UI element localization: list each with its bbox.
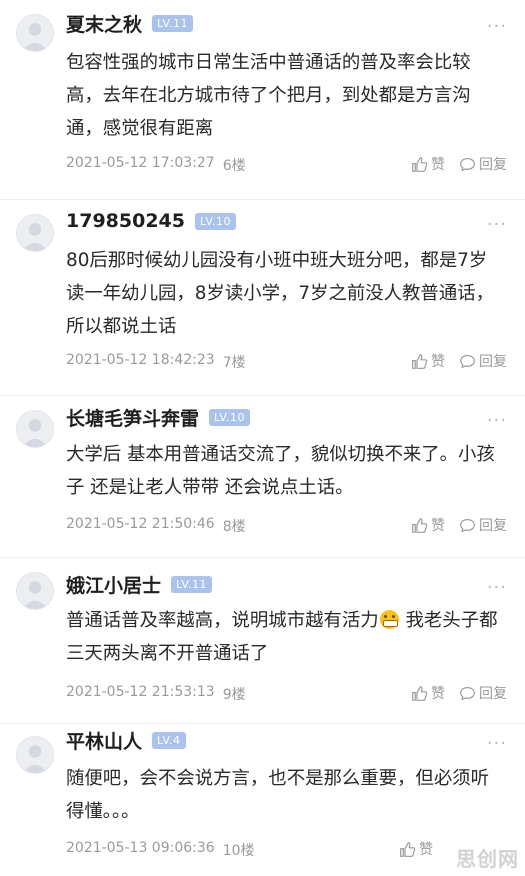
comment-header: 179850245 LV.10 xyxy=(66,208,237,234)
reply-label: 回复 xyxy=(479,157,507,173)
default-avatar-icon xyxy=(17,411,53,447)
floor-number: 7楼 xyxy=(222,355,246,371)
comment-text: 包容性强的城市日常生活中普通话的普及率会比较高，去年在北方城市待了个把月，到处都… xyxy=(66,52,471,139)
comment-text: 普通话普及率越高，说明城市越有活力 我老头子都三天两头离不开普通话了 xyxy=(66,604,505,670)
level-badge: LV.10 xyxy=(209,408,251,426)
comment-header: 平林山人 LV.4 xyxy=(66,727,186,753)
level-badge: LV.11 xyxy=(152,14,194,32)
username[interactable]: 夏末之秋 xyxy=(66,10,142,37)
floor-number: 8楼 xyxy=(222,519,246,535)
username[interactable]: 长塘毛笋斗奔雷 xyxy=(66,404,199,431)
comment-actions: 赞 回复 xyxy=(411,683,507,703)
comment-actions: 赞 回复 xyxy=(411,154,507,174)
timestamp: 2021-05-12 18:42:23 xyxy=(66,352,215,368)
avatar[interactable] xyxy=(16,410,54,448)
like-label: 赞 xyxy=(419,842,433,858)
floor-number: 9楼 xyxy=(222,687,246,703)
comment-text: 随便吧，会不会说方言，也不是那么重要，但必须听得懂。。。 xyxy=(66,768,489,822)
like-button[interactable]: 赞 xyxy=(399,839,433,859)
thumbs-up-icon xyxy=(412,353,428,369)
more-options-icon[interactable]: ··· xyxy=(487,18,507,36)
comment-bubble-icon xyxy=(460,686,475,700)
comment-header: 长塘毛笋斗奔雷 LV.10 xyxy=(66,404,251,431)
reply-button[interactable]: 回复 xyxy=(459,351,507,371)
comment-bubble-icon xyxy=(460,157,475,171)
thumbs-up-icon xyxy=(412,156,428,172)
thumbs-up-icon xyxy=(412,685,428,701)
like-label: 赞 xyxy=(431,354,445,370)
more-options-icon[interactable]: ··· xyxy=(487,216,507,234)
thumbs-up-icon xyxy=(412,517,428,533)
more-options-icon[interactable]: ··· xyxy=(487,412,507,430)
reply-label: 回复 xyxy=(479,354,507,370)
comment-item: 娥江小居士 LV.11 ··· 普通话普及率越高，说明城市越有活力 我老头子都三… xyxy=(0,558,525,724)
username[interactable]: 娥江小居士 xyxy=(66,571,161,598)
comment-bubble-icon xyxy=(460,518,475,532)
floor-number: 10楼 xyxy=(222,843,255,859)
avatar[interactable] xyxy=(16,736,54,774)
comment-text: 80后那时候幼儿园没有小班中班大班分吧，都是7岁读一年幼儿园，8岁读小学，7岁之… xyxy=(66,250,494,337)
comment-actions: 赞 xyxy=(399,839,433,859)
grinning-face-emoji-icon xyxy=(379,610,399,629)
reply-button[interactable]: 回复 xyxy=(459,683,507,703)
reply-button[interactable]: 回复 xyxy=(459,515,507,535)
timestamp: 2021-05-13 09:06:36 xyxy=(66,840,215,856)
more-options-icon[interactable]: ··· xyxy=(487,735,507,753)
like-button[interactable]: 赞 xyxy=(411,154,445,174)
avatar[interactable] xyxy=(16,214,54,252)
comment-header: 夏末之秋 LV.11 xyxy=(66,10,194,37)
like-label: 赞 xyxy=(431,157,445,173)
reply-label: 回复 xyxy=(479,518,507,534)
timestamp: 2021-05-12 17:03:27 xyxy=(66,155,215,171)
comment-meta: 2021-05-12 21:53:13 9楼 xyxy=(66,684,246,704)
like-button[interactable]: 赞 xyxy=(411,351,445,371)
username[interactable]: 179850245 xyxy=(66,210,185,232)
comment-item: 平林山人 LV.4 ··· 随便吧，会不会说方言，也不是那么重要，但必须听得懂。… xyxy=(0,724,525,876)
comment-actions: 赞 回复 xyxy=(411,515,507,535)
timestamp: 2021-05-12 21:50:46 xyxy=(66,516,215,532)
comment-header: 娥江小居士 LV.11 xyxy=(66,571,213,598)
comment-text: 大学后 基本用普通话交流了，貌似切换不来了。小孩子 还是让老人带带 还会说点土话… xyxy=(66,444,495,498)
comment-text-part: 普通话普及率越高，说明城市越有活力 xyxy=(66,610,379,631)
comment-meta: 2021-05-13 09:06:36 10楼 xyxy=(66,840,255,860)
level-badge: LV.4 xyxy=(152,731,186,749)
level-badge: LV.10 xyxy=(194,212,237,230)
like-button[interactable]: 赞 xyxy=(411,515,445,535)
timestamp: 2021-05-12 21:53:13 xyxy=(66,684,215,700)
comment-bubble-icon xyxy=(460,354,475,368)
comment-meta: 2021-05-12 21:50:46 8楼 xyxy=(66,516,246,536)
reply-button[interactable]: 回复 xyxy=(459,154,507,174)
like-label: 赞 xyxy=(431,686,445,702)
like-button[interactable]: 赞 xyxy=(411,683,445,703)
thumbs-up-icon xyxy=(400,841,416,857)
comment-meta: 2021-05-12 18:42:23 7楼 xyxy=(66,352,246,372)
avatar[interactable] xyxy=(16,572,54,610)
like-label: 赞 xyxy=(431,518,445,534)
level-badge: LV.11 xyxy=(171,575,213,593)
floor-number: 6楼 xyxy=(222,158,246,174)
default-avatar-icon xyxy=(17,737,53,773)
avatar[interactable] xyxy=(16,14,54,52)
comment-actions: 赞 回复 xyxy=(411,351,507,371)
default-avatar-icon xyxy=(17,15,53,51)
comment-item: 夏末之秋 LV.11 ··· 包容性强的城市日常生活中普通话的普及率会比较高，去… xyxy=(0,0,525,200)
comment-meta: 2021-05-12 17:03:27 6楼 xyxy=(66,155,246,175)
default-avatar-icon xyxy=(17,573,53,609)
more-options-icon[interactable]: ··· xyxy=(487,579,507,597)
watermark: 思创网 xyxy=(456,847,519,871)
default-avatar-icon xyxy=(17,215,53,251)
comment-item: 长塘毛笋斗奔雷 LV.10 ··· 大学后 基本用普通话交流了，貌似切换不来了。… xyxy=(0,396,525,558)
reply-label: 回复 xyxy=(479,686,507,702)
comment-item: 179850245 LV.10 ··· 80后那时候幼儿园没有小班中班大班分吧，… xyxy=(0,200,525,396)
username[interactable]: 平林山人 xyxy=(66,727,142,754)
